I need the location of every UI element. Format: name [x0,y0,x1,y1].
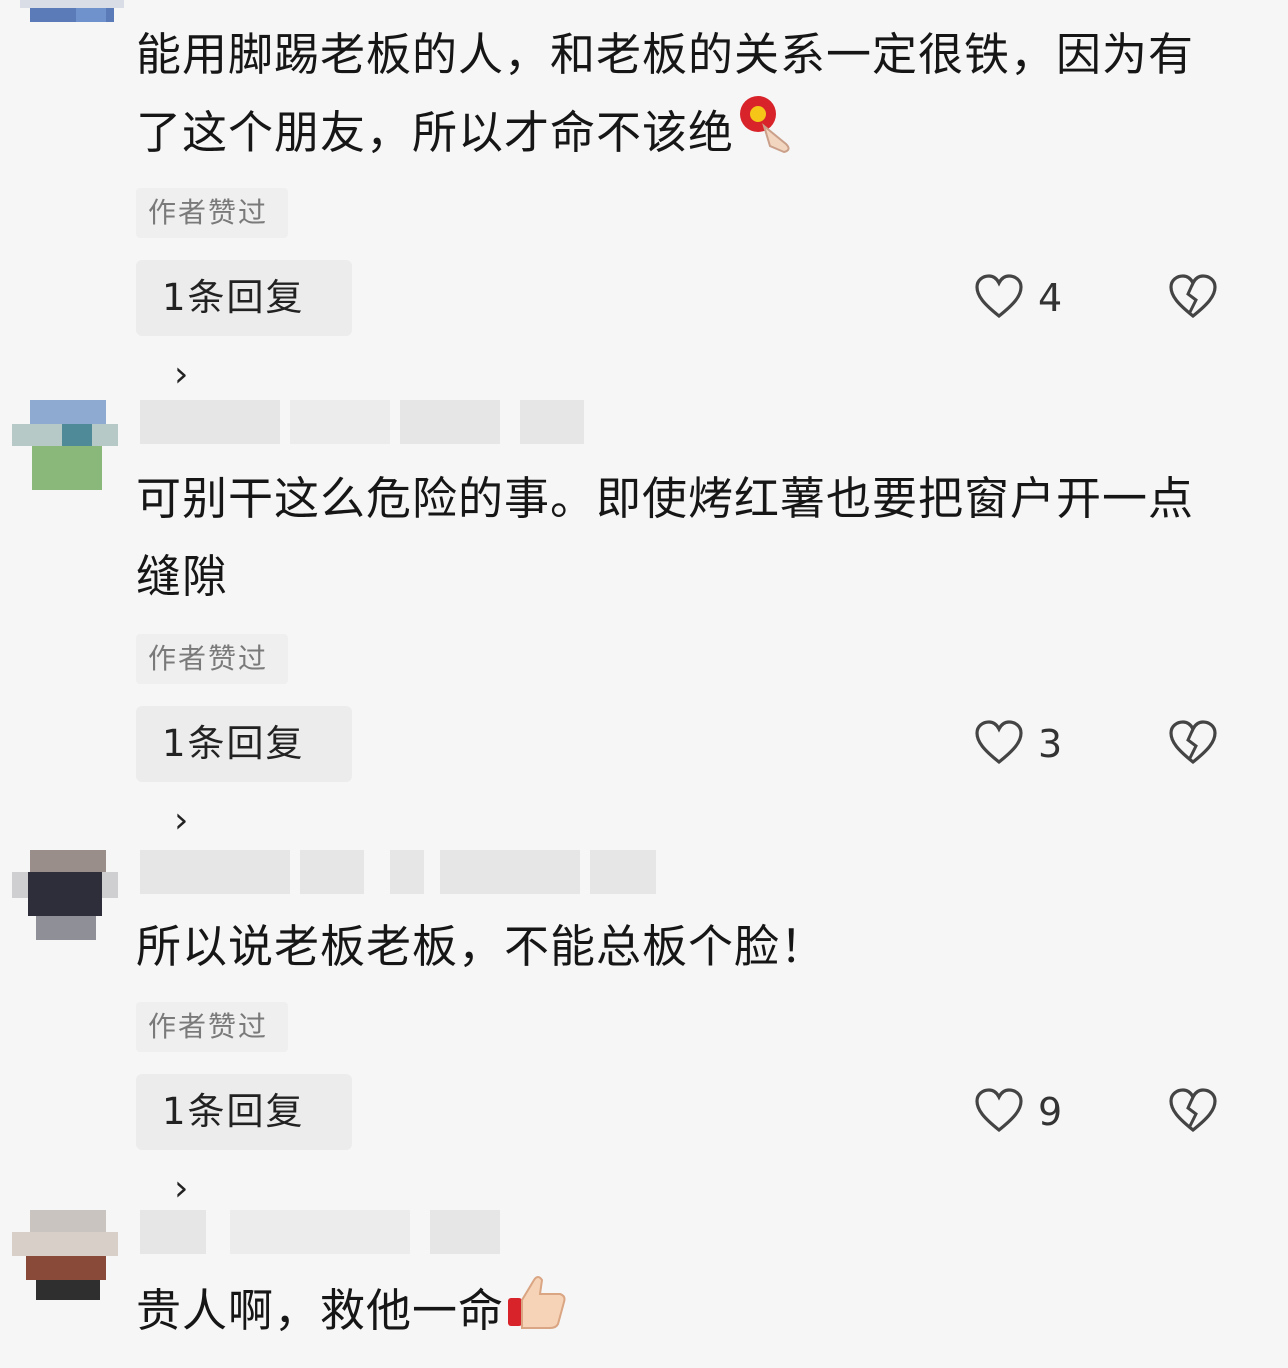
view-replies-button[interactable]: 1条回复› [136,1074,352,1209]
author-liked-tag: 作者赞过 [136,634,288,684]
avatar[interactable] [12,400,118,490]
dislike-button[interactable] [1168,1088,1218,1138]
avatar[interactable] [12,850,118,940]
thumbs-up-emoji [504,1272,568,1356]
flower-emoji [734,94,798,178]
like-count: 4 [1038,276,1063,320]
author-liked-tag: 作者赞过 [136,1002,288,1052]
like-button[interactable]: 3 [974,716,1084,772]
comment-text: 所以说老板老板，不能总板个脸！ [136,920,827,973]
like-button[interactable]: 9 [974,1084,1084,1140]
like-count: 9 [1038,1090,1063,1134]
like-button[interactable]: 4 [974,270,1084,326]
comment-text: 可别干这么危险的事。即使烤红薯也要把窗户开一点缝隙 [136,472,1195,603]
heart-outline-icon [975,274,1023,319]
heart-outline-icon [975,1088,1023,1133]
view-replies-button[interactable]: 1条回复› [136,260,352,395]
comment-text: 能用脚踢老板的人，和老板的关系一定很铁，因为有了这个朋友，所以才命不该绝 [136,16,1236,178]
comment-text: 贵人啊，救他一命 [136,1272,1236,1356]
chevron-right-icon: › [174,800,191,841]
broken-heart-outline-icon [1169,1088,1217,1133]
view-replies-button[interactable]: 1条回复 › [136,706,352,841]
heart-outline-icon [975,720,1023,765]
dislike-button[interactable] [1168,274,1218,324]
reply-count-label: 1条回复 [162,276,305,319]
avatar[interactable] [12,1210,118,1300]
author-liked-tag: 作者赞过 [136,188,288,238]
broken-heart-outline-icon [1169,274,1217,319]
reply-count-label: 1条回复 [162,722,305,765]
broken-heart-outline-icon [1169,720,1217,765]
dislike-button[interactable] [1168,720,1218,770]
like-count: 3 [1038,722,1063,766]
reply-count-label: 1条回复 [162,1090,305,1133]
avatar[interactable] [20,0,124,36]
